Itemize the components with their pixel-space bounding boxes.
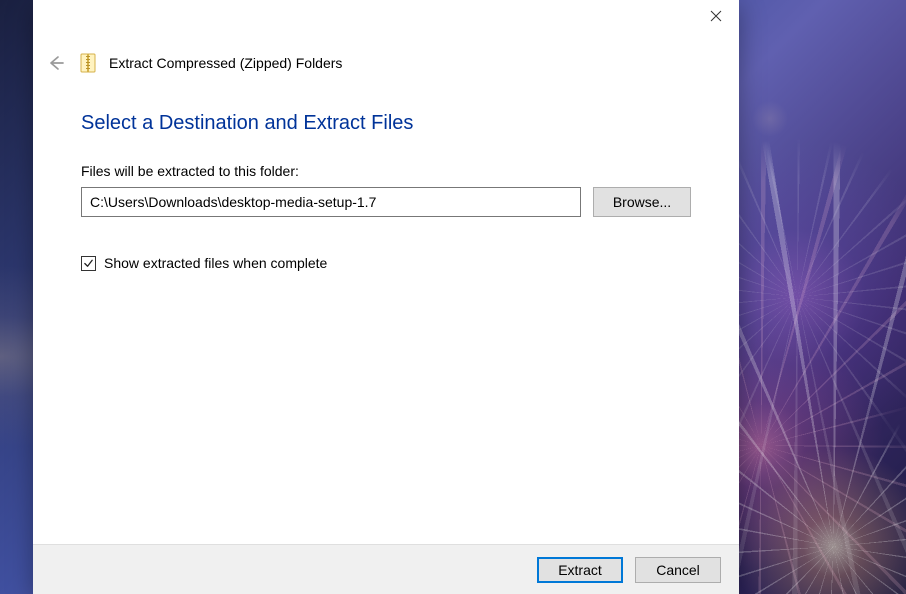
cancel-button[interactable]: Cancel (635, 557, 721, 583)
back-arrow-icon (46, 53, 66, 73)
close-icon (710, 10, 722, 22)
extract-button[interactable]: Extract (537, 557, 623, 583)
browse-button[interactable]: Browse... (593, 187, 691, 217)
show-files-checkbox[interactable] (81, 256, 96, 271)
page-title: Select a Destination and Extract Files (81, 112, 691, 135)
path-label: Files will be extracted to this folder: (81, 163, 691, 179)
window-title: Extract Compressed (Zipped) Folders (109, 55, 342, 71)
dialog-footer: Extract Cancel (33, 544, 739, 594)
back-button[interactable] (45, 52, 67, 74)
extract-dialog: Extract Compressed (Zipped) Folders Sele… (33, 0, 739, 594)
destination-path-input[interactable] (81, 187, 581, 217)
show-files-checkbox-row: Show extracted files when complete (81, 255, 691, 271)
dialog-header: Extract Compressed (Zipped) Folders (33, 38, 739, 82)
path-row: Browse... (81, 187, 691, 217)
zip-folder-icon (79, 52, 97, 74)
dialog-content: Select a Destination and Extract Files F… (33, 82, 739, 544)
show-files-checkbox-label[interactable]: Show extracted files when complete (104, 255, 327, 271)
close-button[interactable] (693, 0, 739, 32)
titlebar (33, 0, 739, 38)
checkmark-icon (83, 258, 94, 269)
